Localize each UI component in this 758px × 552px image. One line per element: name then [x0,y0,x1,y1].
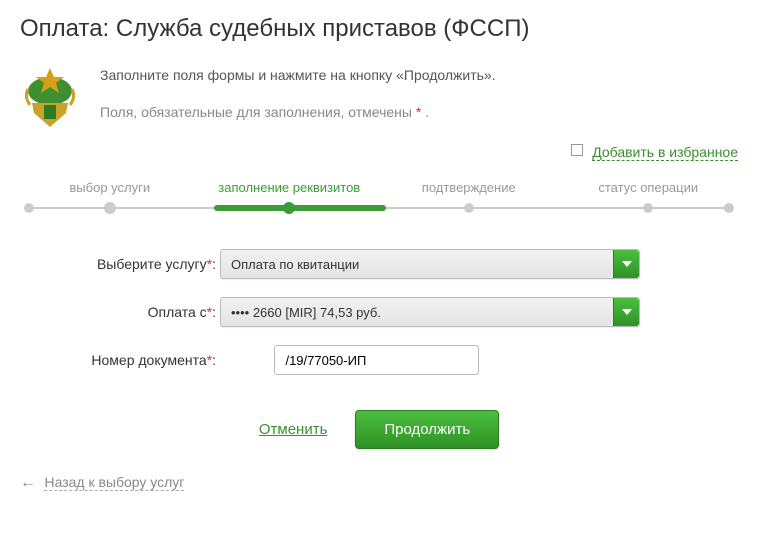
chevron-down-icon [613,298,639,326]
actions-row: Отменить Продолжить [20,410,738,449]
fssp-emblem [20,63,80,133]
payment-form: Выберите услугу*: Оплата по квитанции Оп… [50,249,738,375]
payfrom-select-value: •••• 2660 [MIR] 74,53 руб. [231,305,381,320]
header-text: Заполните поля формы и нажмите на кнопку… [100,63,738,133]
progress-bar: выбор услуги заполнение реквизитов подтв… [20,179,738,219]
instruction-text: Заполните поля формы и нажмите на кнопку… [100,63,738,88]
required-note: Поля, обязательные для заполнения, отмеч… [100,100,738,125]
step-status: статус операции [559,179,739,197]
payfrom-select[interactable]: •••• 2660 [MIR] 74,53 руб. [220,297,640,327]
docnumber-input[interactable] [274,345,479,375]
page-title: Оплата: Служба судебных приставов (ФССП) [20,15,738,43]
header-row: Заполните поля формы и нажмите на кнопку… [20,63,738,133]
step-confirm: подтверждение [379,179,559,197]
chevron-down-icon [613,250,639,278]
cancel-button[interactable]: Отменить [259,421,328,438]
add-favorite-link[interactable]: Добавить в избранное [592,143,738,161]
payfrom-label: Оплата с*: [50,304,220,320]
step-fill-details: заполнение реквизитов [200,179,380,197]
service-select-value: Оплата по квитанции [231,257,359,272]
step-select-service: выбор услуги [20,179,200,197]
arrow-left-icon: ← [20,474,36,491]
service-select[interactable]: Оплата по квитанции [220,249,640,279]
service-label: Выберите услугу*: [50,256,220,272]
add-favorite-icon [571,143,583,161]
docnumber-label: Номер документа*: [50,352,220,368]
back-link[interactable]: Назад к выбору услуг [44,474,184,491]
progress-end-dot [724,203,734,213]
progress-start-dot [24,203,34,213]
continue-button[interactable]: Продолжить [355,410,499,449]
